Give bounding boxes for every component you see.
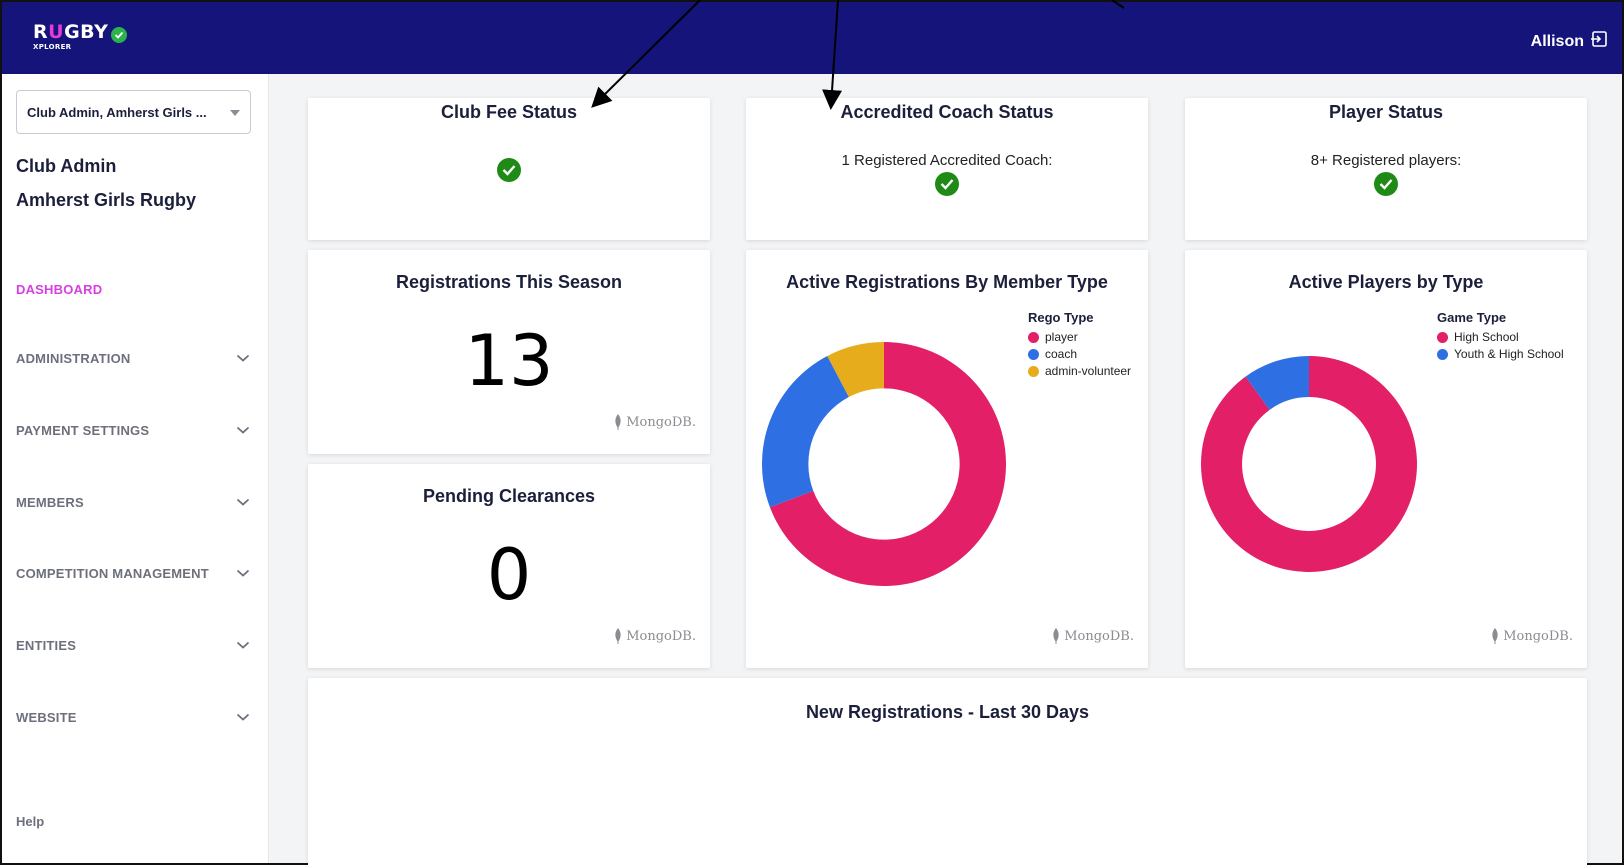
- legend-swatch: [1437, 331, 1448, 343]
- mongodb-leaf-icon: [615, 628, 621, 644]
- check-circle-icon: [1374, 172, 1398, 196]
- legend-swatch: [1437, 348, 1448, 360]
- card-title: New Registrations - Last 30 Days: [805, 702, 1090, 722]
- legend-label: admin-volunteer: [1045, 364, 1132, 378]
- chevron-down-icon: [236, 498, 250, 506]
- mongodb-leaf-icon: [1492, 628, 1498, 644]
- new-registrations-card: New Registrations - Last 30 Days: [308, 678, 1587, 865]
- dashboard-main: Club Fee Status Accredited Coach Status …: [270, 74, 1622, 865]
- sidebar: Club Admin, Amherst Girls ... Club Admin…: [2, 74, 269, 863]
- legend-title: Game Type: [1437, 310, 1507, 325]
- caret-down-icon: [230, 110, 240, 116]
- chevron-down-icon: [236, 569, 250, 577]
- club-fee-status-card: Club Fee Status: [308, 98, 710, 240]
- legend-item[interactable]: Youth & High School: [1437, 347, 1579, 361]
- coach-status-text: 1 Registered Accredited Coach:: [841, 152, 1053, 169]
- nav-competition-management[interactable]: COMPETITION MANAGEMENT: [16, 566, 256, 586]
- legend-label: Youth & High School: [1454, 347, 1564, 361]
- chevron-down-icon: [236, 426, 250, 434]
- legend-swatch: [1028, 331, 1039, 343]
- players-type-chart-card: Active Players by Type Game Type High Sc…: [1185, 250, 1587, 668]
- rugby-xplorer-logo[interactable]: RUGBY XPLORER: [33, 21, 127, 51]
- chevron-down-icon: [236, 354, 250, 362]
- mongodb-watermark: MongoDB.: [614, 628, 696, 644]
- top-bar: RUGBY XPLORER Allison: [2, 2, 1622, 74]
- legend-title: Rego Type: [1028, 310, 1094, 325]
- player-status-text: 8+ Registered players:: [1310, 152, 1462, 169]
- pending-clearances-count: 0: [486, 534, 532, 616]
- legend-swatch: [1028, 365, 1039, 377]
- donut-slice-coach[interactable]: [762, 355, 849, 508]
- card-title: Registrations This Season: [395, 272, 623, 292]
- check-circle-icon: [935, 172, 959, 196]
- help-link[interactable]: Help: [16, 814, 44, 829]
- legend-swatch: [1028, 348, 1039, 360]
- registrations-this-season-card: Registrations This Season 13 MongoDB.: [308, 250, 710, 454]
- card-title: Active Players by Type: [1288, 272, 1484, 292]
- chevron-down-icon: [236, 713, 250, 721]
- logo-subtitle: XPLORER: [33, 43, 72, 51]
- nav-administration[interactable]: ADMINISTRATION: [16, 351, 256, 371]
- legend-label: High School: [1454, 330, 1519, 344]
- legend-item[interactable]: admin-volunteer: [1028, 364, 1136, 378]
- nav-members[interactable]: MEMBERS: [16, 495, 256, 515]
- user-role: Club Admin: [16, 156, 117, 176]
- nav-entities[interactable]: ENTITIES: [16, 638, 256, 658]
- member-type-donut-chart: [762, 342, 1006, 586]
- organisation-selector[interactable]: Club Admin, Amherst Girls ...: [16, 90, 251, 134]
- card-title: Active Registrations By Member Type: [786, 272, 1108, 292]
- registrations-count: 13: [464, 320, 554, 402]
- club-name: Amherst Girls Rugby: [16, 190, 197, 210]
- user-menu[interactable]: Allison: [1531, 30, 1608, 53]
- card-title: Club Fee Status: [440, 102, 578, 122]
- players-type-donut-chart: [1201, 356, 1417, 572]
- player-status-card: Player Status 8+ Registered players:: [1185, 98, 1587, 240]
- nav-dashboard[interactable]: DASHBOARD: [16, 282, 256, 302]
- nav-label: MEMBERS: [16, 495, 84, 510]
- legend-label: coach: [1045, 347, 1078, 361]
- member-type-chart-card: Active Registrations By Member Type Rego…: [746, 250, 1148, 668]
- legend-label: player: [1045, 330, 1078, 344]
- logo-wordmark: RUGBY: [33, 21, 109, 43]
- legend-item[interactable]: player: [1028, 330, 1136, 344]
- chevron-down-icon: [236, 641, 250, 649]
- accredited-coach-status-card: Accredited Coach Status 1 Registered Acc…: [746, 98, 1148, 240]
- nav-label: COMPETITION MANAGEMENT: [16, 566, 209, 581]
- verified-check-icon: [111, 27, 127, 43]
- nav-label: PAYMENT SETTINGS: [16, 423, 150, 438]
- pending-clearances-card: Pending Clearances 0 MongoDB.: [308, 464, 710, 668]
- nav-website[interactable]: WEBSITE: [16, 710, 256, 730]
- mongodb-watermark: MongoDB.: [1052, 628, 1134, 644]
- mongodb-watermark: MongoDB.: [1491, 628, 1573, 644]
- nav-label: DASHBOARD: [16, 282, 103, 297]
- card-title: Accredited Coach Status: [840, 102, 1054, 122]
- mongodb-leaf-icon: [1053, 628, 1059, 644]
- nav-label: WEBSITE: [16, 710, 77, 725]
- nav-label: ADMINISTRATION: [16, 351, 131, 366]
- check-circle-icon: [497, 158, 521, 182]
- nav-label: ENTITIES: [16, 638, 77, 653]
- organisation-selector-value: Club Admin, Amherst Girls ...: [27, 104, 207, 120]
- card-title: Player Status: [1328, 102, 1444, 122]
- legend-item[interactable]: coach: [1028, 347, 1136, 361]
- nav-payment-settings[interactable]: PAYMENT SETTINGS: [16, 423, 256, 443]
- logout-icon[interactable]: [1590, 30, 1608, 53]
- card-title: Pending Clearances: [422, 486, 596, 506]
- legend-item[interactable]: High School: [1437, 330, 1579, 344]
- mongodb-watermark: MongoDB.: [614, 414, 696, 430]
- user-name: Allison: [1530, 32, 1584, 50]
- mongodb-leaf-icon: [615, 414, 621, 430]
